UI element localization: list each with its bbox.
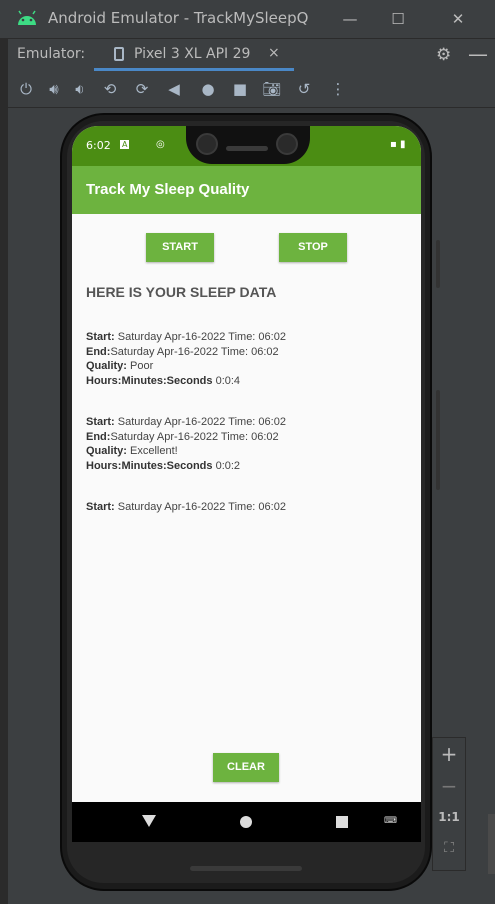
entry-start-line: Start: Saturday Apr-16-2022 Time: 06:02 — [86, 415, 286, 430]
close-window-button[interactable]: ✕ — [446, 8, 470, 30]
rotate-right-icon[interactable]: ⟳ — [132, 80, 152, 98]
entry-end-line: End:Saturday Apr-16-2022 Time: 06:02 — [86, 345, 286, 360]
entry-duration-line: Hours:Minutes:Seconds 0:0:2 — [86, 459, 286, 474]
device-screen: 6:02 A ◎ ▪ ▮ Track My Sleep Quality STAR… — [72, 126, 421, 802]
status-time: 6:02 — [86, 139, 111, 152]
window-title: Android Emulator - TrackMySleepQ — [48, 9, 309, 27]
entry-quality-line: Quality: Poor — [86, 359, 286, 374]
keyboard-icon[interactable]: ⌨ — [384, 816, 397, 826]
zoom-controls: + − 1:1 ⛶ — [432, 737, 466, 871]
end-label: End: — [86, 345, 111, 358]
earpiece-speaker — [226, 146, 268, 151]
window-titlebar: Android Emulator - TrackMySleepQ — ☐ ✕ — [0, 0, 495, 38]
sleep-data-heading: HERE IS YOUR SLEEP DATA — [86, 284, 277, 300]
start-value: Saturday Apr-16-2022 Time: 06:02 — [114, 416, 286, 428]
start-button[interactable]: START — [146, 233, 214, 262]
quality-value: Excellent! — [126, 445, 178, 457]
end-value: Saturday Apr-16-2022 Time: 06:02 — [110, 345, 279, 358]
hide-panel-icon[interactable]: — — [468, 42, 488, 66]
battery-icon: ▮ — [400, 139, 406, 150]
back-icon[interactable]: ◀ — [164, 80, 184, 98]
entry-end-line: End:Saturday Apr-16-2022 Time: 06:02 — [86, 430, 286, 445]
overview-icon[interactable]: ■ — [230, 80, 250, 98]
entry-start-line: Start: Saturday Apr-16-2022 Time: 06:02 — [86, 330, 286, 345]
zoom-actual-size-button[interactable]: 1:1 — [433, 810, 465, 824]
power-icon[interactable]: ⏻ — [16, 80, 36, 98]
bottom-speaker — [190, 866, 302, 871]
app-title: Track My Sleep Quality — [86, 181, 250, 198]
duration-value: 0:0:2 — [212, 459, 241, 472]
start-label: Start: — [86, 416, 115, 428]
app-toolbar: Track My Sleep Quality — [72, 166, 421, 214]
gear-icon[interactable]: ⚙ — [436, 45, 451, 65]
zoom-out-button[interactable]: − — [433, 774, 465, 798]
entry-duration-line: Hours:Minutes:Seconds 0:0:4 — [86, 374, 286, 389]
quality-value: Poor — [126, 360, 154, 372]
nav-recents-icon[interactable] — [336, 816, 348, 828]
status-a-icon: A — [120, 140, 130, 149]
clear-button[interactable]: CLEAR — [213, 753, 279, 782]
duration-label: Hours:Minutes:Seconds — [86, 459, 213, 472]
camera-notch — [186, 126, 310, 164]
sleep-entry: Start: Saturday Apr-16-2022 Time: 06:02 — [86, 500, 286, 515]
camera-icon[interactable]: 📷︎ — [262, 80, 282, 98]
sleep-entry: Start: Saturday Apr-16-2022 Time: 06:02 … — [86, 415, 286, 473]
status-sync-icon: ◎ — [156, 139, 165, 150]
volume-up-icon[interactable]: 🔊︎ — [44, 80, 64, 98]
nav-back-icon[interactable] — [142, 815, 156, 827]
duration-label: Hours:Minutes:Seconds — [86, 374, 213, 387]
signal-icon: ▪ — [390, 139, 397, 150]
system-nav-bar: ⌨ — [72, 802, 421, 842]
start-label: Start: — [86, 501, 115, 513]
emulator-toolbar: ⏻ 🔊︎ 🔉︎ ⟲ ⟳ ◀ ● ■ 📷︎ ↺ ⋮ — [8, 71, 495, 108]
device-phone-icon — [114, 47, 124, 61]
emulator-tab-bar: Emulator: Pixel 3 XL API 29 × ⚙ — — [8, 38, 495, 71]
sleep-entry: Start: Saturday Apr-16-2022 Time: 06:02 … — [86, 330, 286, 388]
power-key[interactable] — [436, 240, 440, 288]
rotate-left-icon[interactable]: ⟲ — [100, 80, 120, 98]
snapshot-icon[interactable]: ↺ — [294, 80, 314, 98]
emulator-label: Emulator: — [17, 46, 86, 62]
start-value: Saturday Apr-16-2022 Time: 06:02 — [114, 331, 286, 343]
front-camera-left — [196, 133, 218, 155]
nav-home-icon[interactable] — [240, 816, 252, 828]
fit-screen-icon[interactable]: ⛶ — [433, 840, 465, 856]
volume-down-icon[interactable]: 🔉︎ — [70, 80, 90, 98]
start-value: Saturday Apr-16-2022 Time: 06:02 — [114, 501, 286, 513]
duration-value: 0:0:4 — [212, 374, 241, 387]
maximize-window-button[interactable]: ☐ — [386, 8, 410, 30]
volume-key[interactable] — [436, 390, 440, 490]
front-camera-right — [276, 133, 298, 155]
zoom-in-button[interactable]: + — [433, 742, 465, 766]
end-value: Saturday Apr-16-2022 Time: 06:02 — [110, 430, 279, 443]
quality-label: Quality: — [86, 360, 127, 372]
quality-label: Quality: — [86, 445, 127, 457]
entry-start-line: Start: Saturday Apr-16-2022 Time: 06:02 — [86, 500, 286, 515]
right-edge — [488, 814, 495, 874]
tab-device[interactable]: Pixel 3 XL API 29 × — [94, 39, 294, 71]
status-bar: 6:02 A ◎ ▪ ▮ — [72, 126, 421, 166]
entry-quality-line: Quality: Excellent! — [86, 444, 286, 459]
stop-button[interactable]: STOP — [279, 233, 347, 262]
end-label: End: — [86, 430, 111, 443]
home-icon[interactable]: ● — [198, 80, 218, 98]
minimize-window-button[interactable]: — — [338, 8, 362, 30]
left-edge — [0, 38, 8, 904]
device-tab-label: Pixel 3 XL API 29 — [134, 46, 251, 62]
close-tab-icon[interactable]: × — [268, 45, 280, 61]
android-logo-icon — [18, 10, 36, 25]
start-label: Start: — [86, 331, 115, 343]
more-options-icon[interactable]: ⋮ — [328, 80, 348, 98]
